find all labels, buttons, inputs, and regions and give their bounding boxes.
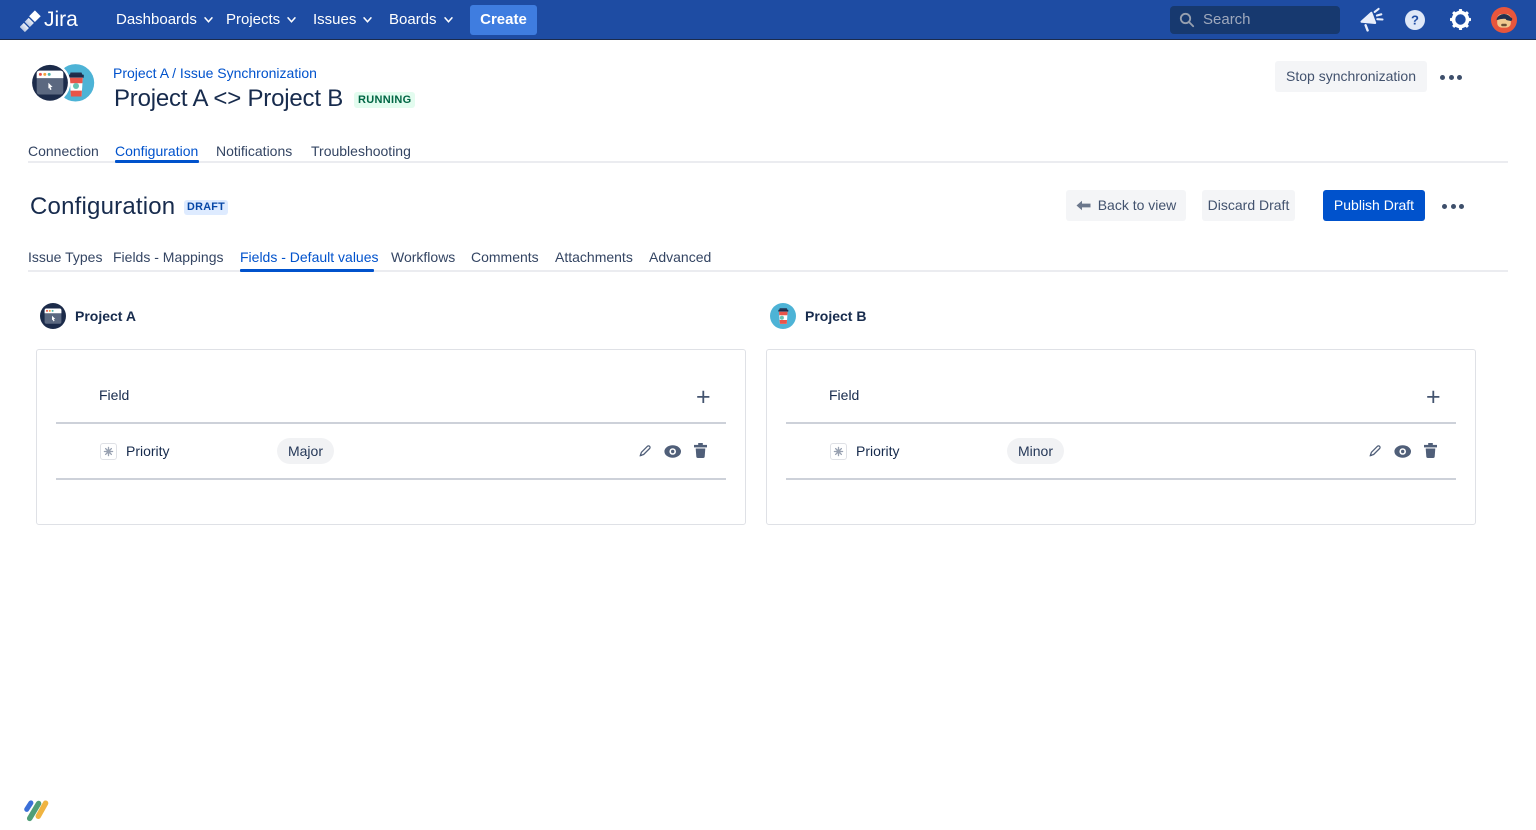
svg-text:?: ? [1411, 13, 1419, 28]
